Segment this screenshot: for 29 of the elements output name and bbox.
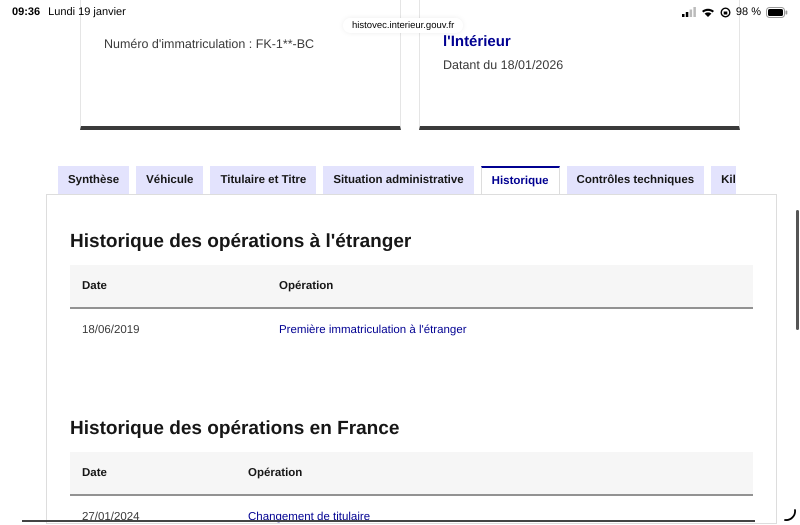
card-title: l'Intérieur	[443, 34, 512, 50]
column-header: Opération	[278, 280, 334, 292]
tab[interactable]: Synthèse	[58, 166, 130, 194]
battery-percentage: 98 %	[736, 6, 761, 18]
table-cell-text: 27/01/2024	[81, 510, 141, 522]
operation-link[interactable]: Première immatriculation à l'étranger	[279, 324, 467, 336]
column-header: Opération	[247, 467, 304, 479]
tab[interactable]: Historique	[480, 166, 560, 194]
tab[interactable]: Contrôles techniques	[566, 166, 704, 194]
tab[interactable]: Véhicule	[136, 166, 204, 194]
orientation-lock-icon	[720, 6, 731, 18]
card-text: Numéro d'immatriculation : FK-1**-BC	[104, 36, 316, 53]
wifi-icon	[700, 7, 715, 17]
status-date: Lundi 19 janvier	[48, 6, 126, 18]
table-cell-text: 18/06/2019	[81, 324, 141, 336]
operation-link[interactable]: Changement de titulaire	[248, 510, 370, 522]
signal-icon	[682, 7, 696, 17]
card-text: Datant du 18/01/2026	[443, 57, 564, 74]
tab[interactable]: Titulaire et Titre	[210, 166, 316, 194]
section-heading: Historique des opérations à l'étranger	[70, 231, 412, 253]
address-bar[interactable]: histovec.interieur.gouv.fr	[343, 18, 464, 33]
column-header: Date	[81, 280, 108, 292]
tab[interactable]: Kil	[711, 166, 736, 194]
status-time: 09:36	[12, 6, 40, 18]
section-heading: Historique des opérations en France	[70, 418, 400, 440]
tab[interactable]: Situation administrative	[323, 166, 474, 194]
loading-icon	[784, 509, 796, 521]
battery-icon	[766, 6, 788, 18]
column-header: Date	[81, 467, 108, 479]
